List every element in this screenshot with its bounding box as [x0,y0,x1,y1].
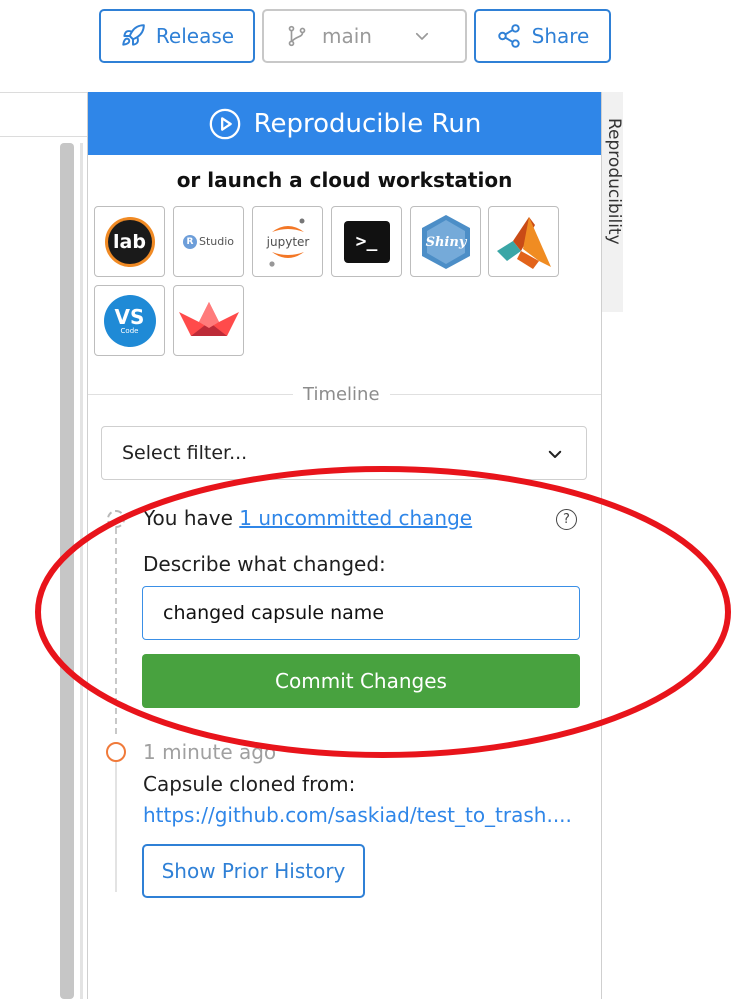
help-icon[interactable]: ? [556,509,577,530]
filter-placeholder: Select filter... [122,442,248,464]
reproducibility-tab-label: Reproducibility [604,118,624,245]
release-button[interactable]: Release [99,9,255,63]
reproducible-run-button[interactable]: Reproducible Run [88,92,601,155]
jupyter-icon: jupyter [265,218,309,267]
vscode-tile[interactable]: VS Code [94,285,165,356]
timeline-filter-select[interactable]: Select filter... [101,426,587,480]
describe-label: Describe what changed: [143,552,386,576]
terminal-icon: >_ [343,220,390,263]
rocket-icon [122,24,145,46]
timeline-label: Timeline [293,384,390,405]
timeline-pending-line [115,528,117,734]
branch-value: main [322,24,372,48]
cloned-from-link[interactable]: https://github.com/saskiad/test_to_trash… [143,803,572,827]
git-branch-icon [288,25,306,47]
jupyterlab-tile[interactable]: lab [94,206,165,277]
timeline-event-dot [106,742,126,762]
cloned-from-label: Capsule cloned from: [143,772,356,796]
streamlit-tile[interactable] [173,285,244,356]
streamlit-icon [178,301,239,336]
history-timestamp: 1 minute ago [143,740,277,764]
terminal-tile[interactable]: >_ [331,206,402,277]
editor-gutter [80,143,83,999]
commit-message-input[interactable] [142,586,580,640]
chevron-down-icon [548,450,562,458]
timeline-pending-dot [107,510,125,528]
share-button[interactable]: Share [474,9,611,63]
branch-select[interactable]: main [262,9,467,63]
svg-text:jupyter: jupyter [265,235,309,249]
rstudio-tile[interactable]: R Studio [173,206,244,277]
timeline-line [115,762,117,892]
release-label: Release [155,24,235,48]
editor-scrollbar[interactable] [60,143,74,999]
svg-text:Shiny: Shiny [425,235,467,250]
share-icon [497,24,520,48]
launch-workstation-title: or launch a cloud workstation [176,168,513,192]
chevron-down-icon [415,32,429,40]
left-pane-divider [0,92,88,93]
left-pane-divider [0,136,88,137]
shiny-tile[interactable]: Shiny [410,206,481,277]
jupyter-tile[interactable]: jupyter [252,206,323,277]
uncommitted-change-link[interactable]: 1 uncommitted change [239,506,472,530]
matlab-icon [496,216,551,269]
vscode-icon: VS Code [103,294,156,347]
uncommitted-notice: You have 1 uncommitted change [143,506,473,530]
shiny-icon: Shiny [421,214,470,269]
reproducibility-tab[interactable]: Reproducibility [601,92,624,312]
matlab-tile[interactable] [488,206,559,277]
play-circle-icon [209,108,240,139]
jupyterlab-icon: lab [104,216,155,267]
reproducibility-panel: Reproducible Run or launch a cloud works… [87,92,602,999]
show-prior-history-button[interactable]: Show Prior History [142,844,365,898]
rstudio-icon: R Studio [182,234,234,249]
commit-changes-button[interactable]: Commit Changes [142,654,580,708]
share-label: Share [531,24,590,48]
run-button-label: Reproducible Run [253,108,482,139]
